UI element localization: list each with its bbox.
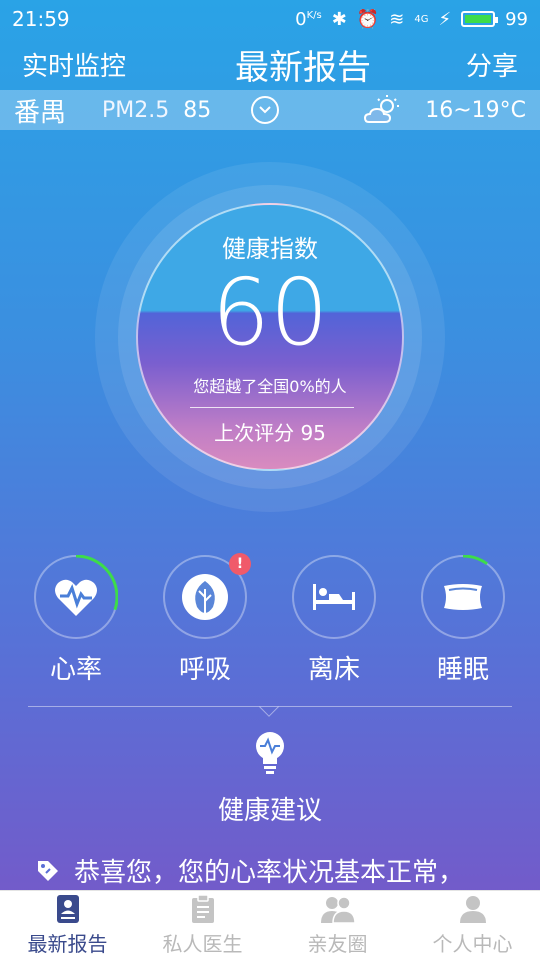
status-time: 21:59 [12,7,70,31]
progress-arc-stroke [462,555,488,566]
metrics-row: 心率 ! 呼吸 离床 睡眠 [0,553,540,686]
bottom-tab-bar: 最新报告 私人医生 亲友圈 个人中心 [0,890,540,960]
bluetooth-icon: ✱ [331,8,347,30]
page-title: 最新报告 [235,47,371,88]
percentile-text: 您超越了全国0%的人 [193,377,347,396]
metric-ring [292,555,376,639]
tag-icon [38,860,58,881]
pm-value: 85 [183,97,212,123]
metric-ring: ! [163,553,251,639]
metric-out-of-bed[interactable]: 离床 [292,555,376,686]
weather: 16~19°C [363,94,526,126]
tab-label: 最新报告 [27,932,108,956]
metric-ring [421,555,505,639]
status-bar: 21:59 0K/s ✱ ⏰ ≋ 4G ⚡ 99 [0,0,540,38]
progress-arc [292,555,376,639]
metric-label: 睡眠 [436,655,489,685]
group-icon [320,896,356,924]
tab-family-circle[interactable]: 亲友圈 [270,891,405,960]
chevron-down-icon [259,106,271,114]
top-nav: 实时监控 最新报告 分享 [0,38,540,90]
metric-label: 呼吸 [178,655,231,685]
metric-sleep[interactable]: 睡眠 [421,555,505,686]
charging-icon: ⚡ [438,8,452,30]
metric-label: 心率 [49,655,102,685]
share-button[interactable]: 分享 [466,46,518,83]
previous-score: 上次评分 95 [214,421,326,445]
clipboard-icon [191,894,214,923]
tab-label: 私人医生 [162,932,243,956]
advice-title: 健康建议 [217,796,322,826]
metric-heart-rate[interactable]: 心率 [34,555,118,686]
gauge-divider [190,407,354,408]
city-label[interactable]: 番禺 [14,92,66,129]
tab-label: 亲友圈 [307,932,368,956]
progress-arc [462,555,488,566]
realtime-monitor-button[interactable]: 实时监控 [22,46,126,83]
divider-notch [259,697,279,717]
signal-icon: 4G [414,13,429,25]
tab-latest-report[interactable]: 最新报告 [0,891,135,960]
health-index-gauge[interactable]: 健康指数 60 您超越了全国0%的人 上次评分 95 [136,203,404,471]
metric-label: 离床 [307,655,360,685]
lightbulb-icon [256,732,284,774]
battery-icon [461,11,499,27]
tab-label: 个人中心 [432,932,513,956]
health-score: 60 [211,259,329,366]
status-icons: 0K/s ✱ ⏰ ≋ 4G ⚡ 99 [295,9,528,30]
report-icon [56,895,79,923]
metric-breathing[interactable]: ! 呼吸 [163,553,251,686]
net-speed: 0K/s [295,8,322,30]
wifi-icon: ≋ [389,8,405,30]
alarm-icon: ⏰ [356,8,380,30]
pm-label: PM2.5 [102,97,170,123]
advice-text: 恭喜您，您的心率状况基本正常， [74,858,465,888]
person-icon [459,896,486,923]
breathing-alert-badge: ! [229,553,251,575]
progress-arc-stroke [75,555,118,611]
environment-bar: 番禺 PM2.5 85 16~19°C [0,90,540,130]
expand-button[interactable] [251,96,280,124]
battery-level: 99 [505,8,528,30]
temperature: 16~19°C [425,97,526,123]
progress-arc [75,555,118,611]
metric-ring [34,555,118,639]
tab-private-doctor[interactable]: 私人医生 [135,891,270,960]
tab-personal-center[interactable]: 个人中心 [405,891,540,960]
advice-item[interactable]: 恭喜您，您的心率状况基本正常， [36,852,536,889]
partly-cloudy-icon [364,95,400,123]
